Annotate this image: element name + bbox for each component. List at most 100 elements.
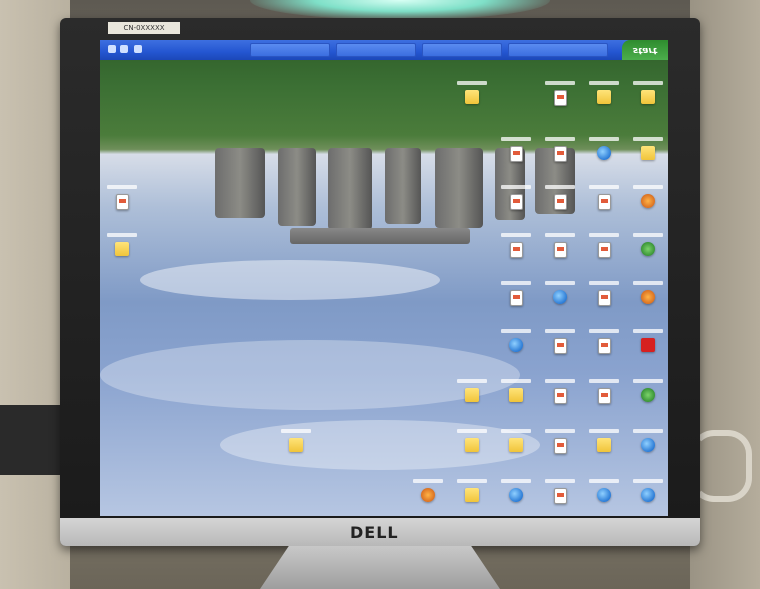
app-icon [509, 338, 523, 352]
icon-caption [633, 185, 663, 189]
document-icon [553, 338, 567, 354]
desktop-icon[interactable] [542, 180, 578, 220]
desktop-icon[interactable] [630, 228, 666, 268]
document-icon [597, 242, 611, 258]
desktop-icon[interactable] [498, 228, 534, 268]
icon-caption [501, 185, 531, 189]
desktop-icon[interactable] [586, 276, 622, 316]
taskbar-button[interactable] [336, 43, 416, 57]
document-icon [553, 242, 567, 258]
icon-caption [545, 185, 575, 189]
desktop-icon[interactable] [542, 76, 578, 116]
desktop-icon[interactable] [586, 132, 622, 172]
icon-caption [457, 429, 487, 433]
taskbar-button[interactable] [250, 43, 330, 57]
icon-caption [589, 137, 619, 141]
start-button[interactable]: start [622, 40, 668, 60]
document-icon [597, 290, 611, 306]
desktop-icon[interactable] [498, 276, 534, 316]
icon-caption [501, 329, 531, 333]
desktop-icon[interactable] [630, 324, 666, 364]
desktop-icon[interactable] [542, 132, 578, 172]
desk-phone [0, 405, 60, 475]
image-icon [553, 290, 567, 304]
desktop-icon[interactable] [630, 474, 666, 514]
icon-caption [589, 379, 619, 383]
icon-caption [457, 81, 487, 85]
desktop-icon[interactable] [586, 228, 622, 268]
folder-icon [641, 90, 655, 104]
desktop-icon[interactable] [586, 324, 622, 364]
icon-caption [501, 281, 531, 285]
desktop-icon[interactable] [630, 424, 666, 464]
desktop-icon[interactable] [454, 76, 490, 116]
desktop-icon[interactable] [542, 424, 578, 464]
desktop-icon[interactable] [498, 324, 534, 364]
app-icon [641, 242, 655, 256]
cloud [140, 260, 440, 300]
desktop-icon[interactable] [498, 424, 534, 464]
desktop-icon[interactable] [454, 424, 490, 464]
folder-icon [641, 146, 655, 160]
document-icon [553, 90, 567, 106]
desktop-icon[interactable] [630, 374, 666, 414]
desktop-icon[interactable] [586, 180, 622, 220]
icon-caption [633, 329, 663, 333]
folder-icon [115, 242, 129, 256]
folder-icon [597, 438, 611, 452]
tray-icon[interactable] [134, 45, 142, 53]
icon-caption [589, 185, 619, 189]
desktop-icon[interactable] [454, 374, 490, 414]
desktop-icon[interactable] [586, 424, 622, 464]
desktop-icon[interactable] [630, 180, 666, 220]
tray-icon[interactable] [120, 45, 128, 53]
icon-caption [589, 81, 619, 85]
icon-caption [501, 233, 531, 237]
desktop-icon[interactable] [104, 180, 140, 220]
screen: start [100, 40, 668, 516]
desktop-icon[interactable] [542, 324, 578, 364]
app-icon [641, 488, 655, 502]
desktop-icon[interactable] [498, 132, 534, 172]
folder-icon [465, 388, 479, 402]
icon-caption [501, 379, 531, 383]
desktop-icon[interactable] [542, 276, 578, 316]
desktop-icon[interactable] [454, 474, 490, 514]
folder-icon [465, 488, 479, 502]
taskbar-button[interactable] [422, 43, 502, 57]
desktop-icon[interactable] [410, 474, 446, 514]
icon-caption [589, 329, 619, 333]
stone-lintel [290, 228, 470, 244]
app-icon [641, 290, 655, 304]
icon-caption [413, 479, 443, 483]
desktop-icon[interactable] [542, 228, 578, 268]
icon-caption [281, 429, 311, 433]
document-icon [509, 290, 523, 306]
tray-icon[interactable] [108, 45, 116, 53]
desktop-icon[interactable] [498, 374, 534, 414]
taskbar[interactable]: start [100, 40, 668, 60]
desktop-icon[interactable] [104, 228, 140, 268]
desktop-icon[interactable] [542, 374, 578, 414]
document-icon [553, 388, 567, 404]
folder-icon [465, 90, 479, 104]
cloud [220, 420, 540, 470]
desktop-icon[interactable] [586, 374, 622, 414]
desktop-icon[interactable] [630, 132, 666, 172]
app-icon [641, 388, 655, 402]
desktop-icon[interactable] [630, 76, 666, 116]
icon-caption [501, 479, 531, 483]
app-icon [597, 488, 611, 502]
desktop-icon[interactable] [586, 474, 622, 514]
icon-caption [545, 281, 575, 285]
desktop-icon[interactable] [630, 276, 666, 316]
app-icon [641, 438, 655, 452]
desktop-icon[interactable] [586, 76, 622, 116]
taskbar-button[interactable] [508, 43, 608, 57]
document-icon [509, 194, 523, 210]
desktop-icon[interactable] [498, 180, 534, 220]
desktop-icon[interactable] [278, 424, 314, 464]
desktop-icon[interactable] [498, 474, 534, 514]
desktop-icon[interactable] [542, 474, 578, 514]
document-icon [597, 338, 611, 354]
